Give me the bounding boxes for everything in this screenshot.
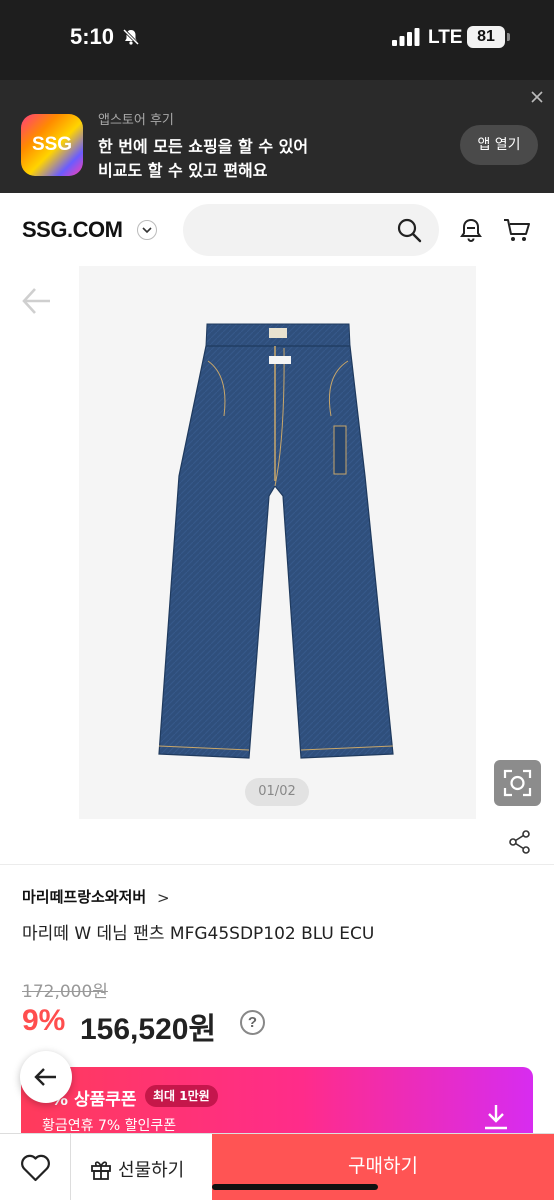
- home-indicator: [212, 1184, 378, 1190]
- original-price: 172,000원: [22, 982, 108, 1002]
- heart-icon: [21, 1154, 50, 1182]
- banner-subtitle: 앱스토어 후기: [98, 113, 174, 128]
- image-search-button[interactable]: [494, 760, 541, 806]
- back-arrow-icon[interactable]: [20, 286, 52, 316]
- signal-icon: [392, 28, 420, 46]
- coupon-subtitle: 황금연휴 7% 할인쿠폰: [42, 1118, 177, 1134]
- wishlist-button[interactable]: [0, 1134, 71, 1200]
- denim-pants-illustration: [158, 323, 394, 759]
- product-brand-link[interactable]: 마리떼프랑소와저버: [22, 886, 146, 907]
- product-title: 마리떼 W 데님 팬츠 MFG45SDP102 BLU ECU: [22, 924, 375, 944]
- divider: [0, 864, 554, 865]
- battery-tip: [507, 33, 510, 41]
- site-header: SSG.COM: [0, 193, 554, 265]
- app-install-banner: SSG 앱스토어 후기 한 번에 모든 쇼핑을 할 수 있어 비교도 할 수 있…: [0, 80, 554, 193]
- notification-bell-icon[interactable]: [458, 217, 484, 243]
- bell-muted-icon: [122, 28, 140, 46]
- download-icon[interactable]: [483, 1103, 509, 1131]
- network-type: LTE: [428, 27, 463, 48]
- chevron-right-icon[interactable]: >: [157, 889, 170, 907]
- cart-icon[interactable]: [502, 217, 532, 243]
- chevron-down-icon[interactable]: [137, 220, 157, 240]
- gift-label: 선물하기: [118, 1160, 185, 1181]
- banner-headline-2: 비교도 할 수 있고 편해요: [98, 161, 268, 180]
- ssg-app-logo: SSG: [21, 114, 83, 176]
- scan-icon: [503, 769, 532, 797]
- share-icon[interactable]: [508, 830, 532, 854]
- status-bar: 5:10 LTE 81: [0, 0, 554, 80]
- battery-icon: 81: [467, 26, 505, 48]
- sale-price: 156,520원: [80, 1013, 217, 1046]
- banner-headline-1: 한 번에 모든 쇼핑을 할 수 있어: [98, 137, 309, 156]
- buy-button[interactable]: 구매하기: [212, 1134, 554, 1200]
- product-image[interactable]: [79, 266, 476, 819]
- open-app-button[interactable]: 앱 열기: [460, 125, 538, 165]
- gift-button[interactable]: 선물하기: [71, 1134, 212, 1200]
- arrow-left-icon: [34, 1068, 56, 1086]
- gift-icon: [91, 1161, 111, 1180]
- search-icon[interactable]: [396, 217, 422, 243]
- close-icon[interactable]: [530, 90, 544, 104]
- status-time: 5:10: [70, 24, 115, 49]
- coupon-max-badge: 최대 1만원: [145, 1085, 218, 1107]
- price-help-icon[interactable]: ?: [240, 1010, 265, 1035]
- discount-rate: 9%: [22, 1004, 66, 1037]
- floating-back-button[interactable]: [20, 1051, 72, 1103]
- ssg-logo-text: SSG: [31, 134, 73, 155]
- site-logo[interactable]: SSG.COM: [22, 217, 123, 243]
- image-counter: 01/02: [245, 778, 309, 806]
